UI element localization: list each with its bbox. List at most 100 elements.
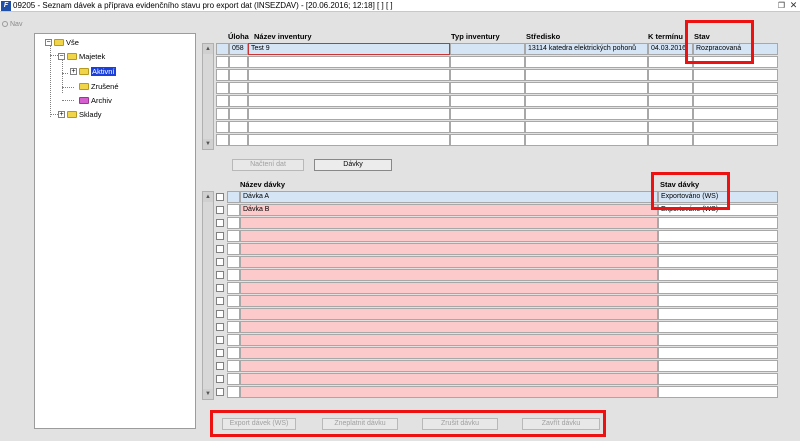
row-checkbox[interactable] — [216, 388, 224, 396]
scroll-up-icon[interactable]: ▲ — [203, 44, 213, 54]
empty-cell[interactable] — [450, 121, 525, 133]
table-row[interactable] — [216, 230, 778, 243]
empty-cell[interactable] — [658, 308, 778, 320]
row-checkbox[interactable] — [216, 375, 224, 383]
empty-cell[interactable] — [248, 56, 450, 68]
empty-cell[interactable] — [229, 108, 248, 120]
empty-cell[interactable] — [525, 108, 648, 120]
scroll-up-icon[interactable]: ▲ — [203, 192, 213, 202]
table-row[interactable] — [216, 321, 778, 334]
empty-cell[interactable] — [227, 360, 240, 372]
expand-icon[interactable]: + — [70, 68, 77, 75]
empty-cell[interactable] — [525, 121, 648, 133]
empty-cell[interactable] — [648, 95, 693, 107]
empty-cell[interactable] — [693, 82, 778, 94]
empty-cell[interactable] — [658, 334, 778, 346]
empty-cell[interactable] — [658, 386, 778, 398]
cell-uloha[interactable]: 058 — [229, 43, 248, 55]
empty-cell[interactable] — [525, 69, 648, 81]
empty-cell[interactable] — [240, 295, 658, 307]
empty-cell[interactable] — [248, 69, 450, 81]
empty-cell[interactable] — [693, 95, 778, 107]
empty-cell[interactable] — [227, 295, 240, 307]
empty-cell[interactable] — [227, 243, 240, 255]
empty-cell[interactable] — [216, 95, 229, 107]
empty-cell[interactable] — [693, 134, 778, 146]
empty-cell[interactable] — [658, 269, 778, 281]
empty-cell[interactable] — [227, 321, 240, 333]
empty-cell[interactable] — [450, 134, 525, 146]
empty-cell[interactable] — [227, 256, 240, 268]
empty-cell[interactable] — [525, 95, 648, 107]
empty-cell[interactable] — [227, 334, 240, 346]
collapse-icon[interactable]: − — [58, 53, 65, 60]
empty-cell[interactable] — [525, 134, 648, 146]
table-row[interactable] — [216, 269, 778, 282]
row-checkbox[interactable] — [216, 284, 224, 292]
empty-cell[interactable] — [648, 82, 693, 94]
empty-cell[interactable] — [525, 56, 648, 68]
table-row[interactable] — [216, 82, 778, 95]
load-data-button[interactable]: Načtení dat — [232, 159, 304, 171]
empty-cell[interactable] — [240, 243, 658, 255]
tree-node-aktivni[interactable]: + Aktivní — [70, 66, 116, 77]
empty-cell[interactable] — [216, 121, 229, 133]
empty-cell[interactable] — [240, 386, 658, 398]
empty-cell[interactable] — [240, 217, 658, 229]
empty-cell[interactable] — [450, 108, 525, 120]
empty-cell[interactable] — [216, 82, 229, 94]
table-row[interactable] — [216, 243, 778, 256]
table-row[interactable] — [216, 217, 778, 230]
row-checkbox[interactable] — [216, 323, 224, 331]
table-row[interactable] — [216, 256, 778, 269]
row-checkbox[interactable] — [216, 193, 224, 201]
empty-cell[interactable] — [658, 217, 778, 229]
empty-cell[interactable] — [240, 373, 658, 385]
empty-cell[interactable] — [229, 95, 248, 107]
tree-node-archiv[interactable]: Archiv — [79, 95, 112, 106]
row-checkbox[interactable] — [216, 245, 224, 253]
empty-cell[interactable] — [658, 295, 778, 307]
empty-cell[interactable] — [450, 56, 525, 68]
row-checkbox[interactable] — [216, 271, 224, 279]
empty-cell[interactable] — [227, 269, 240, 281]
restore-icon[interactable]: ❐ — [777, 1, 786, 10]
empty-cell[interactable] — [248, 108, 450, 120]
row-checkbox[interactable] — [216, 349, 224, 357]
empty-cell[interactable] — [227, 282, 240, 294]
empty-cell[interactable] — [240, 230, 658, 242]
empty-cell[interactable] — [227, 347, 240, 359]
empty-cell[interactable] — [693, 69, 778, 81]
table-row[interactable] — [216, 308, 778, 321]
empty-cell[interactable] — [227, 217, 240, 229]
empty-cell[interactable] — [240, 282, 658, 294]
scroll-down-icon[interactable]: ▼ — [203, 389, 213, 399]
table-row[interactable] — [216, 134, 778, 147]
table-row[interactable] — [216, 347, 778, 360]
close-icon[interactable]: ✕ — [789, 1, 798, 10]
tree-node-sklady[interactable]: + Sklady — [58, 109, 102, 120]
empty-cell[interactable] — [240, 269, 658, 281]
empty-cell[interactable] — [227, 386, 240, 398]
empty-cell[interactable] — [227, 373, 240, 385]
empty-cell[interactable] — [450, 95, 525, 107]
empty-cell[interactable] — [658, 360, 778, 372]
empty-cell[interactable] — [229, 56, 248, 68]
row-indicator[interactable] — [227, 191, 240, 203]
empty-cell[interactable] — [216, 108, 229, 120]
empty-cell[interactable] — [658, 347, 778, 359]
cell-nazev-davky[interactable]: Dávka A — [240, 191, 658, 203]
cell-stredisko[interactable]: 13114 katedra elektrických pohonů — [525, 43, 648, 55]
tree-node-root[interactable]: − Vše — [45, 37, 79, 48]
cell-typ-inventury[interactable] — [450, 43, 525, 55]
table-row[interactable] — [216, 121, 778, 134]
row-checkbox[interactable] — [216, 336, 224, 344]
empty-cell[interactable] — [693, 108, 778, 120]
empty-cell[interactable] — [450, 69, 525, 81]
empty-cell[interactable] — [658, 243, 778, 255]
empty-cell[interactable] — [248, 95, 450, 107]
empty-cell[interactable] — [648, 108, 693, 120]
empty-cell[interactable] — [240, 256, 658, 268]
empty-cell[interactable] — [248, 121, 450, 133]
expand-icon[interactable]: + — [58, 111, 65, 118]
